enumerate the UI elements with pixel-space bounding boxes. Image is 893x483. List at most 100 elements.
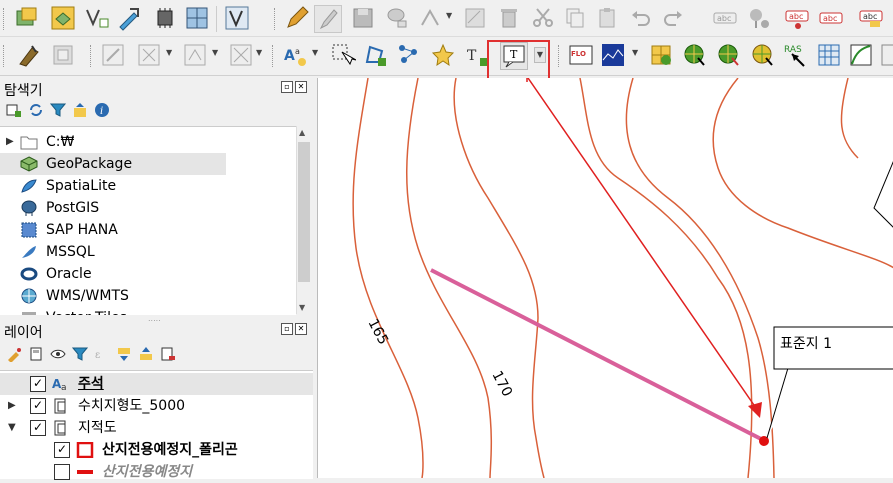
topology-icon[interactable] [50, 42, 76, 68]
float-panel-icon[interactable]: ▫ [281, 323, 293, 335]
layer-item-topo[interactable]: ▶ ✓ 수치지형도_5000 [0, 395, 313, 417]
layer-item-annotation[interactable]: ✓ Aa 주석 [0, 373, 313, 395]
curve-tool-icon[interactable] [848, 42, 874, 68]
svg-text:abc: abc [717, 14, 731, 23]
undo-icon[interactable] [628, 5, 654, 31]
save-edits-icon[interactable] [350, 5, 376, 31]
postgis-icon [21, 200, 37, 216]
browser-item-wms[interactable]: WMS/WMTS [0, 285, 296, 307]
vertex-add-icon[interactable] [396, 42, 422, 68]
add-group-icon[interactable] [28, 346, 44, 362]
layer-checkbox[interactable]: ✓ [30, 376, 46, 392]
browser-item-label: SAP HANA [46, 222, 118, 238]
browser-item-sap-hana[interactable]: SAP HANA [0, 219, 296, 241]
ras-icon[interactable]: RAS [782, 42, 808, 68]
expand-all-icon[interactable] [116, 346, 132, 362]
browser-item-c-drive[interactable]: ▶ C:₩ [0, 131, 296, 153]
extra-tool-icon[interactable] [880, 42, 893, 68]
filter-expression-icon[interactable]: ε [94, 346, 110, 362]
node-editor-icon[interactable] [116, 5, 142, 31]
pencil-icon[interactable] [284, 5, 310, 31]
globe-cursor-icon[interactable] [750, 42, 776, 68]
style-manager-icon[interactable] [6, 346, 22, 362]
layer-checkbox[interactable]: ✓ [30, 398, 46, 414]
browser-item-label: PostGIS [46, 200, 100, 216]
callout-text: 표준지 1 [780, 336, 832, 352]
filter-icon[interactable] [50, 102, 66, 118]
parcel-line[interactable] [430, 268, 764, 442]
flo2d-grid-icon[interactable] [648, 42, 674, 68]
browser-item-geopackage[interactable]: GeoPackage [0, 153, 226, 175]
move-feature-icon[interactable] [418, 5, 444, 31]
collapse-all-icon[interactable] [72, 102, 88, 118]
abc-label-icon[interactable]: abc [818, 5, 844, 31]
globe-pointer-icon[interactable] [716, 42, 742, 68]
cut-icon[interactable] [530, 5, 556, 31]
layer-item-polygon[interactable]: ✓ 산지전용예정지_폴리곤 [0, 439, 313, 461]
layer-group-icon [54, 420, 66, 436]
float-panel-icon[interactable]: ▫ [281, 81, 293, 93]
snapping-icon[interactable] [16, 42, 42, 68]
browser-item-label: Vector Tiles [46, 307, 127, 315]
layer-label: 산지전용예정지 [102, 464, 193, 480]
close-panel-icon[interactable]: ✕ [295, 81, 307, 93]
layer-item-line[interactable]: 산지전용예정지 [0, 461, 313, 483]
abc-highlight-icon[interactable]: abc [858, 5, 884, 31]
collapse-all-icon[interactable] [138, 346, 154, 362]
remove-layer-icon[interactable] [160, 346, 176, 362]
delete-icon[interactable] [496, 5, 522, 31]
contour-lines [352, 78, 893, 478]
digitize-shape-icon[interactable] [462, 5, 488, 31]
layers-panel: 레이어 ▫ ✕ ε ✓ Aa 주석 ▶ ✓ 수치지형도_5000 ▼ ✓ 지적도 … [0, 318, 313, 480]
browser-item-oracle[interactable]: Oracle [0, 263, 296, 285]
edit-pencil-icon[interactable] [314, 5, 342, 33]
browser-item-postgis[interactable]: PostGIS [0, 197, 296, 219]
star-icon[interactable] [430, 42, 456, 68]
field-calc-icon[interactable] [136, 42, 162, 68]
layer-checkbox[interactable]: ✓ [30, 420, 46, 436]
select-tool-icon[interactable] [330, 42, 356, 68]
select-feature-icon[interactable] [100, 42, 126, 68]
expand-arrow-icon[interactable]: ▶ [6, 131, 14, 153]
arrow-head [748, 402, 762, 418]
add-feature-icon[interactable] [384, 5, 410, 31]
toolbar-grip[interactable] [3, 8, 7, 30]
abc-red-icon[interactable]: abc [784, 5, 810, 31]
grid-layout-icon[interactable] [184, 5, 210, 31]
collapse-arrow-icon[interactable]: ▼ [8, 417, 16, 439]
info-icon[interactable]: i [94, 102, 110, 118]
digitize-icon[interactable] [50, 5, 76, 31]
gpu-chip-icon[interactable] [152, 5, 178, 31]
vertex-tool-icon[interactable] [84, 5, 110, 31]
flo2d-icon[interactable]: FLO [568, 42, 594, 68]
advanced-digitize-icon[interactable] [182, 42, 208, 68]
filter-legend-icon[interactable] [72, 346, 88, 362]
label-style-icon[interactable] [228, 42, 254, 68]
close-panel-icon[interactable]: ✕ [295, 323, 307, 335]
paste-icon[interactable] [594, 5, 620, 31]
label-abc-icon[interactable]: abc [712, 5, 738, 31]
browser-scrollbar[interactable]: ▲ ▼ [296, 126, 311, 314]
scrollbar-thumb[interactable] [298, 142, 310, 282]
map-globe-icon[interactable] [682, 42, 708, 68]
pin-label-icon[interactable] [746, 5, 772, 31]
layer-item-cadastral[interactable]: ▼ ✓ 지적도 [0, 417, 313, 439]
add-selected-layers-icon[interactable] [6, 102, 22, 118]
map-canvas[interactable]: 165 170 표준지 1 [317, 78, 893, 478]
redo-icon[interactable] [660, 5, 686, 31]
table-grid-icon[interactable] [816, 42, 842, 68]
expand-arrow-icon[interactable]: ▶ [8, 395, 16, 417]
refresh-icon[interactable] [28, 102, 44, 118]
text-label-icon[interactable]: Aa [282, 42, 308, 68]
browser-item-mssql[interactable]: MSSQL [0, 241, 296, 263]
browser-item-spatialite[interactable]: SpatiaLite [0, 175, 296, 197]
flo2d-profile-icon[interactable] [600, 42, 626, 68]
polygon-add-icon[interactable] [362, 42, 388, 68]
visibility-eye-icon[interactable] [50, 346, 66, 362]
layer-checkbox[interactable]: ✓ [54, 442, 70, 458]
open-data-source-manager-icon[interactable] [14, 5, 40, 31]
copy-icon[interactable] [562, 5, 588, 31]
svg-text:abc: abc [823, 14, 837, 23]
select-vertex-icon[interactable] [224, 5, 250, 31]
browser-panel: 탐색기 ▫ ✕ i ▶ C:₩ GeoPackage SpatiaLite Pos… [0, 76, 313, 316]
